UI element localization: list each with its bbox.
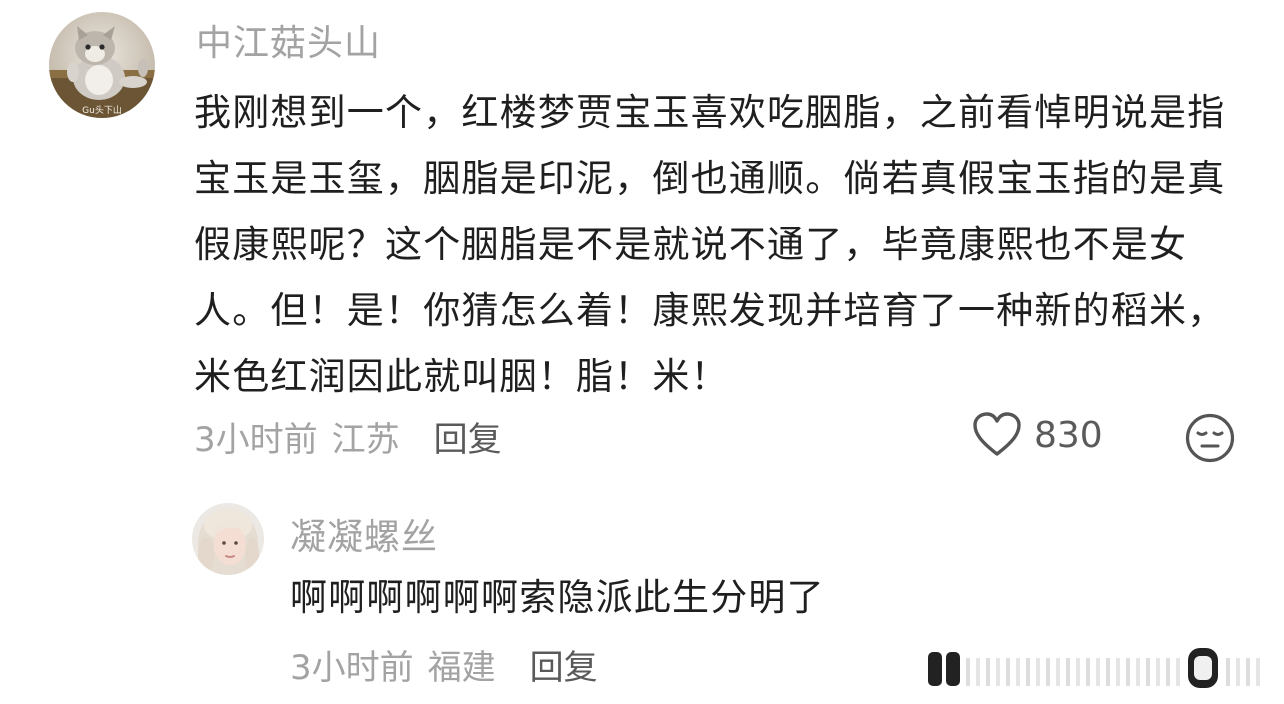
- comment-time: 3小时前: [194, 420, 318, 460]
- comment-thread: Gu头下山 中江菇头山 我刚想到一个，红楼梦贾宝玉喜欢吃胭脂，之前看悼明说是指宝…: [0, 0, 1284, 704]
- reply-location: 福建: [427, 648, 496, 688]
- avatar-caption: Gu头下山: [82, 105, 122, 116]
- comment-location: 江苏: [331, 420, 400, 460]
- emoji-reaction-button[interactable]: [1184, 412, 1236, 464]
- like-count: 830: [1034, 414, 1103, 456]
- user-avatar[interactable]: [192, 503, 264, 575]
- heart-outline-icon: [973, 412, 1021, 456]
- reply-button[interactable]: 回复: [530, 640, 598, 689]
- cat-avatar: Gu头下山: [49, 12, 155, 118]
- reply-time: 3小时前: [290, 648, 414, 688]
- reply-button[interactable]: 回复: [434, 412, 502, 461]
- neutral-face-icon: [1185, 413, 1235, 463]
- reply-username[interactable]: 凝凝螺丝: [290, 508, 438, 560]
- user-avatar[interactable]: Gu头下山: [49, 12, 155, 118]
- comment-text: 我刚想到一个，红楼梦贾宝玉喜欢吃胭脂，之前看悼明说是指宝玉是玉玺，胭脂是印泥，倒…: [194, 91, 1226, 398]
- like-button[interactable]: 830: [972, 412, 1103, 458]
- reply-meta: 3小时前 福建 回复: [290, 640, 598, 689]
- comment-meta: 3小时前 江苏 回复: [194, 412, 502, 461]
- reply-text: 啊啊啊啊啊啊索隐派此生分明了: [290, 576, 825, 619]
- comment-username[interactable]: 中江菇头山: [196, 14, 381, 66]
- girl-avatar: [192, 503, 264, 575]
- reply-actions-glitch: [920, 644, 1270, 692]
